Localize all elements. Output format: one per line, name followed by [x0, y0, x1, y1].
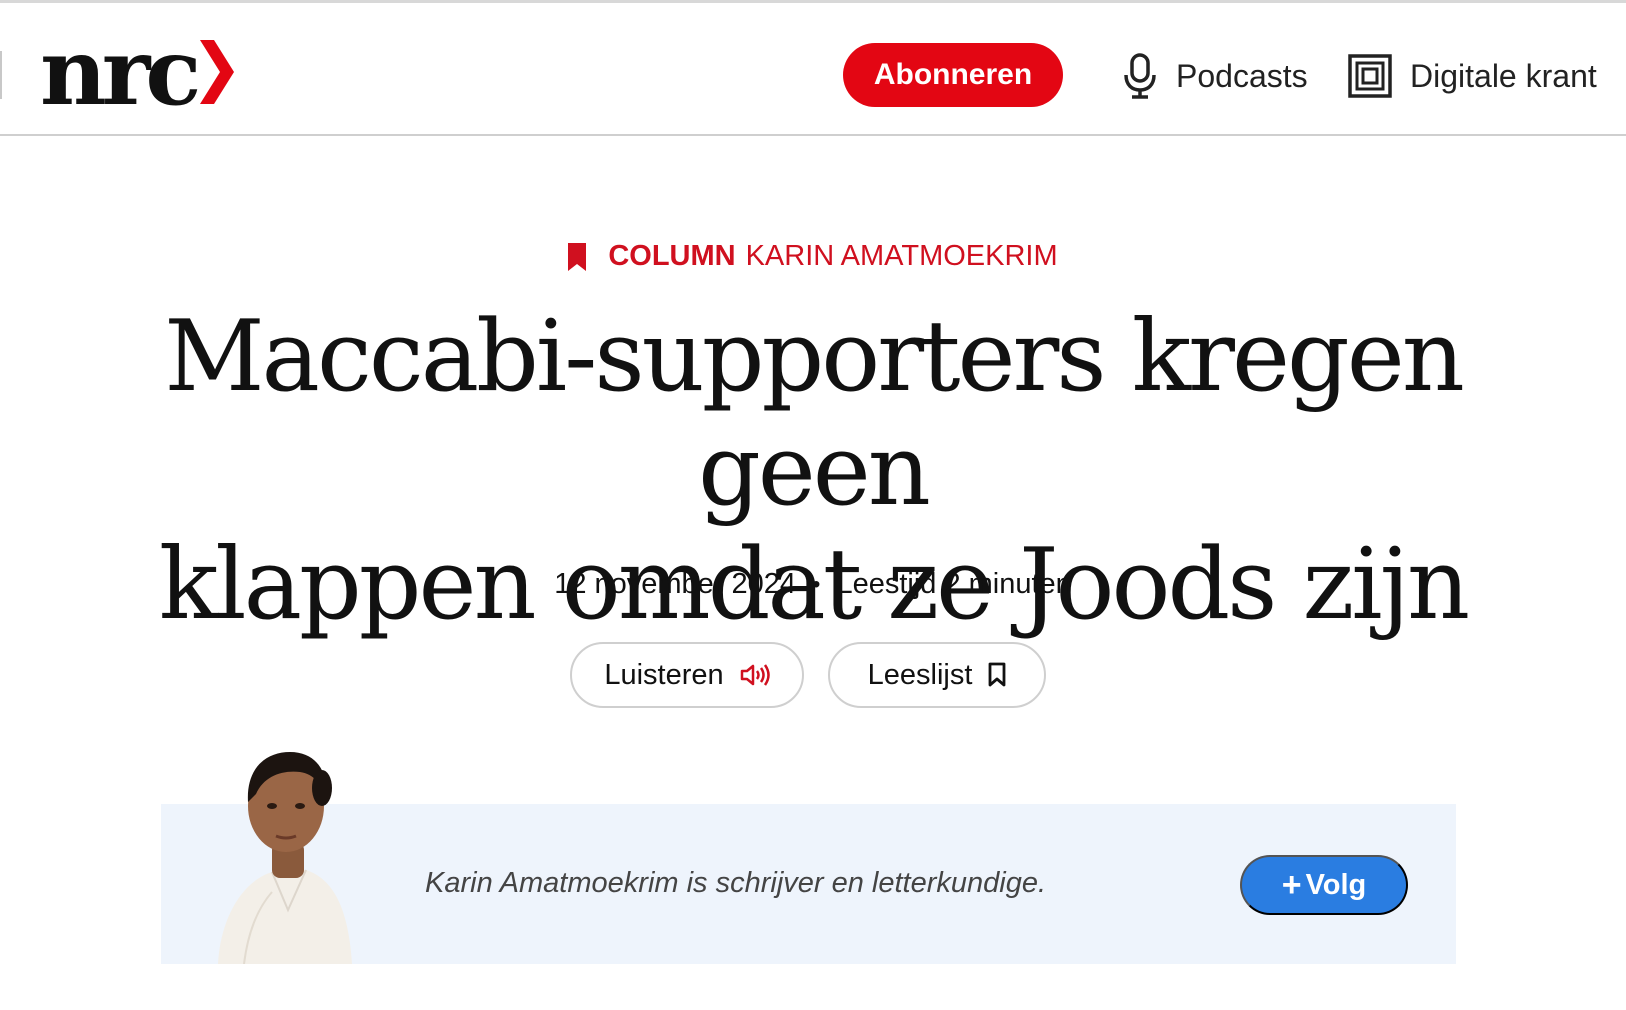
nav-digitale-krant-label: Digitale krant — [1410, 57, 1597, 94]
listen-button[interactable]: Luisteren — [570, 642, 804, 708]
readlist-button[interactable]: Leeslijst — [828, 642, 1046, 708]
author-bio: Karin Amatmoekrim is schrijver en letter… — [425, 867, 1047, 899]
microphone-icon — [1124, 53, 1156, 99]
publish-date: 12 november 2024 — [554, 568, 797, 600]
site-header: nrc Abonneren Podcasts Digitale krant — [0, 3, 1626, 136]
author-avatar — [218, 752, 352, 964]
kicker-type: COLUMN — [608, 240, 736, 272]
follow-label: Volg — [1305, 868, 1367, 901]
readlist-label: Leeslijst — [867, 658, 973, 691]
nrc-chevron-icon — [200, 40, 235, 104]
article-meta: 12 november 2024 • Leestijd 2 minuten — [0, 568, 1626, 601]
article-kicker: COLUMN KARIN AMATMOEKRIM — [0, 240, 1626, 273]
headline-line-1: Maccabi-supporters kregen geen — [164, 300, 1465, 528]
nrc-logo[interactable]: nrc — [40, 18, 235, 126]
nav-podcasts-label: Podcasts — [1176, 57, 1308, 94]
plus-icon: + — [1281, 866, 1302, 904]
nav-digitale-krant[interactable]: Digitale krant — [1348, 49, 1597, 103]
listen-label: Luisteren — [604, 658, 724, 691]
nav-podcasts[interactable]: Podcasts — [1122, 49, 1308, 103]
logo-text: nrc — [40, 18, 201, 126]
bookmark-outline-icon — [988, 662, 1006, 687]
meta-separator: • — [812, 570, 821, 598]
newspaper-icon — [1348, 54, 1392, 98]
speaker-icon — [740, 664, 770, 686]
subscribe-button[interactable]: Abonneren — [843, 43, 1063, 107]
bookmark-filled-icon — [568, 242, 587, 271]
reading-time: Leestijd 2 minuten — [836, 568, 1072, 600]
follow-button[interactable]: + Volg — [1240, 855, 1408, 915]
left-edge-divider — [0, 51, 2, 99]
kicker-author-link[interactable]: KARIN AMATMOEKRIM — [746, 240, 1058, 273]
